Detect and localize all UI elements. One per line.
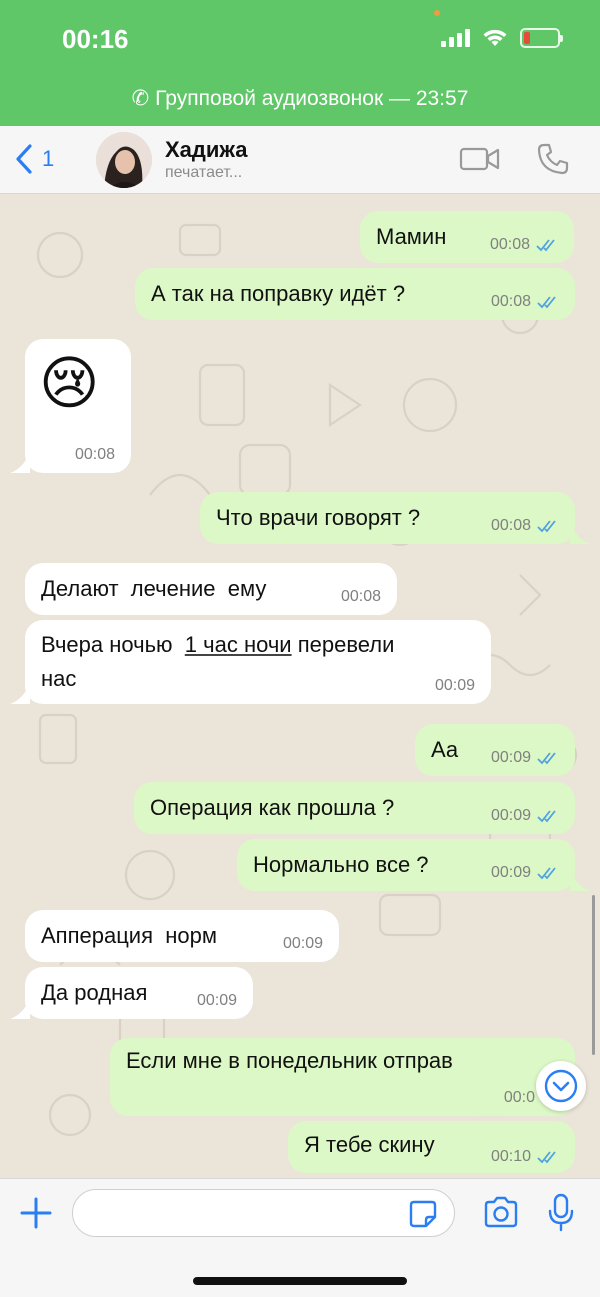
message-outgoing[interactable]: Операция как прошла ? 00:09 <box>134 782 575 834</box>
chat-header: 1 Хадижа печатает... <box>0 126 600 194</box>
message-outgoing[interactable]: Я тебе скину 00:10 <box>288 1121 575 1173</box>
scroll-to-bottom-button[interactable] <box>536 1061 586 1111</box>
privacy-indicator <box>434 10 440 16</box>
message-time: 00:08 <box>74 446 115 463</box>
bubble-tail <box>10 684 30 704</box>
unread-count: 1 <box>42 146 55 171</box>
microphone-icon[interactable] <box>546 1193 576 1233</box>
message-time: 00:10 <box>490 1148 531 1165</box>
message-time: 00:09 <box>282 935 323 952</box>
message-time: 00:08 <box>490 517 531 534</box>
message-incoming[interactable]: Вчера ночью 1 час ночи перевели нас 00:0… <box>25 620 491 704</box>
read-receipt-icon <box>537 752 556 765</box>
message-outgoing[interactable]: А так на поправку идёт ? 00:08 <box>135 268 575 320</box>
sticker-icon[interactable] <box>408 1199 438 1229</box>
status-icons <box>441 28 563 48</box>
message-time: 00:08 <box>340 588 381 605</box>
read-receipt-icon <box>537 520 556 533</box>
bubble-tail <box>570 871 590 891</box>
bubble-tail <box>10 999 30 1019</box>
message-time: 00:08 <box>489 236 530 253</box>
message-time: 00:0 <box>503 1089 535 1106</box>
chat-area[interactable]: Мамин 00:08 А так на поправку идёт ? 00:… <box>0 195 600 1177</box>
message-text-line2: нас <box>41 666 77 691</box>
battery-icon <box>520 28 563 48</box>
date-link[interactable]: 1 час ночи <box>185 632 292 657</box>
message-text: Нормально все ? <box>253 852 429 877</box>
message-text: Делают лечение ему <box>41 576 267 601</box>
camera-icon[interactable] <box>482 1195 520 1229</box>
home-indicator[interactable] <box>193 1277 407 1285</box>
status-time: 00:16 <box>62 24 129 54</box>
attach-plus-icon[interactable] <box>18 1195 54 1231</box>
cellular-signal-icon <box>441 29 470 47</box>
message-text: Апперация норм <box>41 923 217 948</box>
message-time: 00:09 <box>490 864 531 881</box>
message-text: Мамин <box>376 224 447 249</box>
read-receipt-icon <box>537 296 556 309</box>
scrollbar[interactable] <box>592 895 595 1055</box>
phone-call-icon[interactable] <box>536 142 570 176</box>
scroll-down-icon <box>544 1069 578 1103</box>
message-text: Аа <box>431 737 459 762</box>
message-incoming[interactable]: Апперация норм 00:09 <box>25 910 339 962</box>
message-text: Если мне в понедельник отправ <box>126 1048 453 1073</box>
message-time: 00:09 <box>490 807 531 824</box>
video-call-icon[interactable] <box>459 142 501 176</box>
message-text-part: перевели <box>291 632 395 657</box>
message-outgoing[interactable]: Мамин 00:08 <box>360 211 574 263</box>
read-receipt-icon <box>537 810 556 823</box>
read-receipt-icon <box>537 867 556 880</box>
message-incoming-emoji[interactable]: 😢 00:08 <box>25 339 131 473</box>
emoji-crying: 😢 <box>39 351 100 416</box>
bubble-tail <box>570 524 590 544</box>
message-time: 00:09 <box>196 992 237 1009</box>
message-time: 00:09 <box>490 749 531 766</box>
message-text: А так на поправку идёт ? <box>151 281 406 306</box>
read-receipt-icon <box>537 1151 556 1164</box>
message-outgoing[interactable]: Что врачи говорят ? 00:08 <box>200 492 575 544</box>
message-time: 00:09 <box>434 677 475 694</box>
message-input[interactable] <box>72 1189 455 1237</box>
message-text: Вчера ночью 1 час ночи перевели <box>41 632 394 658</box>
typing-status: печатает... <box>165 164 243 181</box>
phone-icon: ✆ <box>131 87 150 110</box>
avatar[interactable] <box>96 132 152 188</box>
back-button[interactable]: 1 <box>12 142 54 176</box>
message-text: Да родная <box>41 980 148 1005</box>
call-banner-text: Групповой аудиозвонок — 23:57 <box>155 87 469 110</box>
message-incoming[interactable]: Да родная 00:09 <box>25 967 253 1019</box>
message-outgoing[interactable]: Нормально все ? 00:09 <box>237 839 575 891</box>
message-outgoing[interactable]: Аа 00:09 <box>415 724 575 776</box>
message-text: Я тебе скину <box>304 1132 435 1157</box>
group-call-banner[interactable]: ✆ Групповой аудиозвонок — 23:57 <box>0 86 600 111</box>
back-chevron-icon <box>16 144 32 174</box>
read-receipt-icon <box>536 239 555 252</box>
message-outgoing[interactable]: Если мне в понедельник отправ 00:0 <box>110 1038 575 1116</box>
message-text-part: Вчера ночью <box>41 632 185 657</box>
bubble-tail <box>10 453 30 473</box>
wifi-icon <box>483 29 507 46</box>
message-text: Операция как прошла ? <box>150 795 395 820</box>
status-bar: 00:16 ✆ Групповой аудиозвонок — 23:57 <box>0 0 600 126</box>
message-incoming[interactable]: Делают лечение ему 00:08 <box>25 563 397 615</box>
contact-name[interactable]: Хадижа <box>165 137 248 163</box>
message-text: Что врачи говорят ? <box>216 505 421 530</box>
message-time: 00:08 <box>490 293 531 310</box>
